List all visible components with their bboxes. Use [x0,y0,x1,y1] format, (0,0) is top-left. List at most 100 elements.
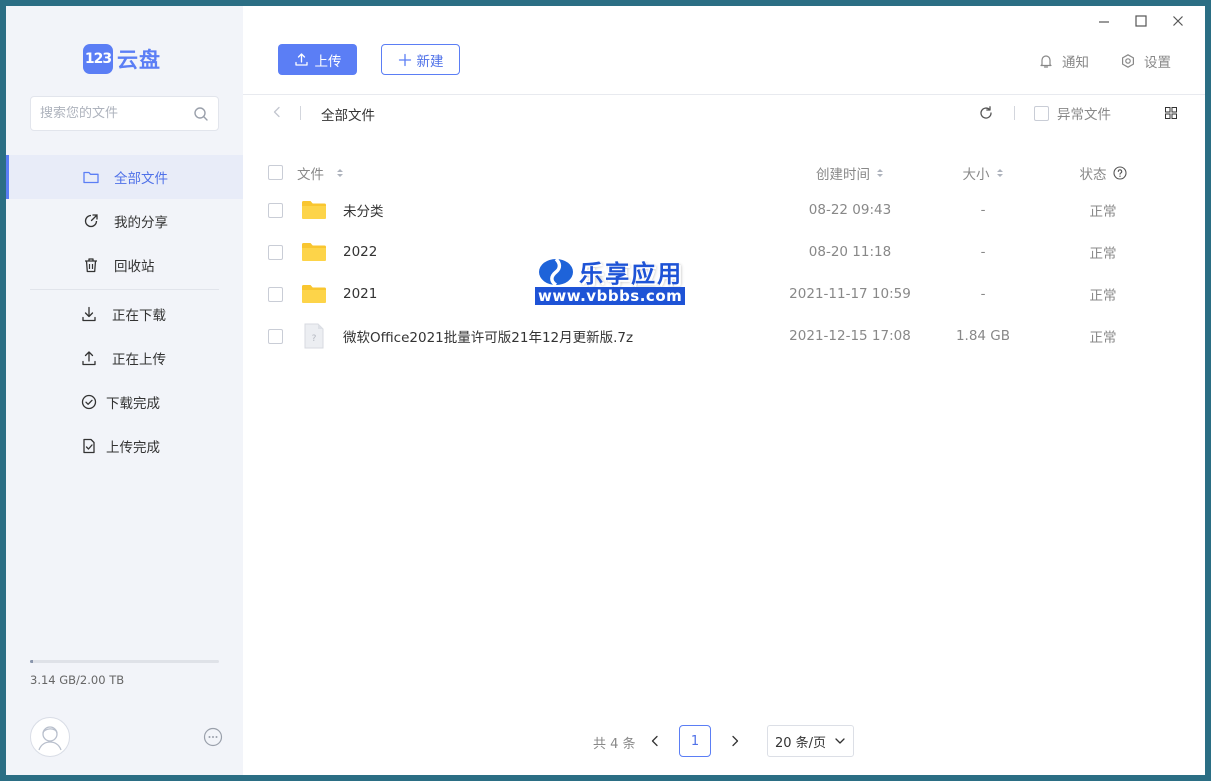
trash-icon [82,256,100,274]
sidebar-item-downloading[interactable]: 正在下载 [6,292,243,336]
nav-divider [30,289,219,290]
table-row[interactable]: 未分类 08-22 09:43 - 正常 [243,189,1205,231]
sidebar-item-label: 我的分享 [114,215,168,231]
grid-view-icon[interactable] [1165,107,1177,119]
table-row[interactable]: 2022 08-20 11:18 - 正常 [243,231,1205,273]
column-header-name[interactable]: 文件 [297,156,344,189]
breadcrumb-current[interactable]: 全部文件 [321,104,375,124]
breadcrumb-separator [300,106,301,120]
search-icon[interactable] [193,106,209,122]
file-name[interactable]: 2021 [343,286,377,302]
column-header-created[interactable]: 创建时间 [795,156,905,189]
file-check-icon [80,437,98,455]
svg-text:?: ? [312,334,317,344]
select-all-checkbox[interactable] [268,165,283,180]
sidebar-item-all-files[interactable]: 全部文件 [6,155,243,199]
row-checkbox[interactable] [268,286,283,302]
file-size: - [980,286,986,302]
table-header: 文件 创建时间 大小 状态 [243,156,1205,189]
sidebar-item-recycle-bin[interactable]: 回收站 [6,243,243,287]
storage-bar [30,660,219,663]
upload-button-label: 上传 [314,53,342,70]
sidebar: 123 云盘 全部文件 我的分享 [6,6,243,775]
upload-icon [80,349,98,367]
file-status: 正常 [1089,330,1117,346]
table-row[interactable]: ? 微软Office2021批量许可版21年12月更新版.7z 2021-12-… [243,315,1205,357]
refresh-icon[interactable] [978,105,994,121]
file-status: 正常 [1089,204,1117,220]
notifications-label: 通知 [1062,55,1089,71]
main-panel: 上传 新建 通知 设置 全部文件 异常文件 文件 创建时间 大小 状态 未分类 … [243,6,1205,775]
upload-button[interactable]: 上传 [278,44,357,75]
file-size: 1.84 GB [955,328,1011,344]
created-time: 2021-11-17 10:59 [789,286,911,302]
logo-badge: 123 [83,44,113,74]
folder-icon [82,168,100,186]
bell-icon [1038,53,1054,69]
download-icon [80,305,98,323]
folder-icon [301,242,327,262]
prev-page-icon[interactable] [648,734,662,748]
row-checkbox[interactable] [268,328,283,344]
settings-button[interactable]: 设置 [1120,51,1171,71]
abnormal-files-filter[interactable]: 异常文件 [1034,103,1111,123]
sidebar-nav: 全部文件 我的分享 回收站 正在下载 正在上传 下载完成 上传完成 [6,155,243,468]
search-input[interactable] [40,106,193,121]
sort-icon [876,167,884,179]
gear-icon [1120,53,1136,69]
file-status: 正常 [1089,246,1117,262]
more-options-icon[interactable] [203,727,223,747]
sidebar-item-label: 下载完成 [106,396,160,412]
storage-bar-fill [30,660,33,663]
abnormal-files-checkbox[interactable] [1034,105,1049,121]
new-button[interactable]: 新建 [381,44,460,75]
sidebar-item-uploading[interactable]: 正在上传 [6,336,243,380]
pagination-total: 共 4 条 [593,737,636,752]
avatar[interactable] [30,717,70,757]
app-logo: 123 云盘 [83,44,161,74]
logo-name: 云盘 [117,48,161,72]
column-header-size[interactable]: 大小 [948,156,1018,189]
close-icon[interactable] [1170,13,1186,29]
file-name[interactable]: 微软Office2021批量许可版21年12月更新版.7z [343,326,633,346]
check-circle-icon [80,393,98,411]
table-row[interactable]: 2021 2021-11-17 10:59 - 正常 [243,273,1205,315]
page-size-select[interactable]: 20 条/页 [767,725,854,757]
help-icon[interactable] [1112,165,1127,180]
file-size: - [980,202,986,218]
sidebar-item-download-complete[interactable]: 下载完成 [6,380,243,424]
folder-icon [301,284,327,304]
sidebar-item-upload-complete[interactable]: 上传完成 [6,424,243,468]
notifications-button[interactable]: 通知 [1038,51,1089,71]
sidebar-item-my-shares[interactable]: 我的分享 [6,199,243,243]
minimize-icon[interactable] [1096,13,1112,29]
plus-icon [398,53,412,67]
share-icon [82,212,100,230]
watermark-logo-icon [537,256,575,288]
file-name[interactable]: 2022 [343,244,377,260]
watermark-url: www.vbbbs.com [535,287,686,305]
search-box [30,96,219,131]
sidebar-item-label: 正在下载 [112,308,166,324]
sidebar-item-label: 正在上传 [112,352,166,368]
page-number-button[interactable]: 1 [679,725,711,757]
toolbar-separator [1014,106,1015,120]
created-time: 08-20 11:18 [808,244,892,260]
file-name[interactable]: 未分类 [343,200,384,220]
page-size-value: 20 条/页 [774,735,827,751]
settings-label: 设置 [1144,55,1171,71]
storage-usage-text: 3.14 GB/2.00 TB [30,673,125,687]
abnormal-files-label: 异常文件 [1057,107,1111,123]
breadcrumb: 全部文件 异常文件 [243,102,1205,124]
next-page-icon[interactable] [728,734,742,748]
maximize-icon[interactable] [1133,13,1149,29]
chevron-down-icon [834,735,846,747]
row-checkbox[interactable] [268,244,283,260]
sidebar-item-label: 回收站 [114,259,155,275]
file-table: 文件 创建时间 大小 状态 未分类 08-22 09:43 - 正常 2022 … [243,156,1205,357]
back-arrow-icon[interactable] [270,105,284,119]
sort-icon [336,167,344,179]
row-checkbox[interactable] [268,202,283,218]
sort-icon [996,167,1004,179]
folder-icon [301,200,327,220]
